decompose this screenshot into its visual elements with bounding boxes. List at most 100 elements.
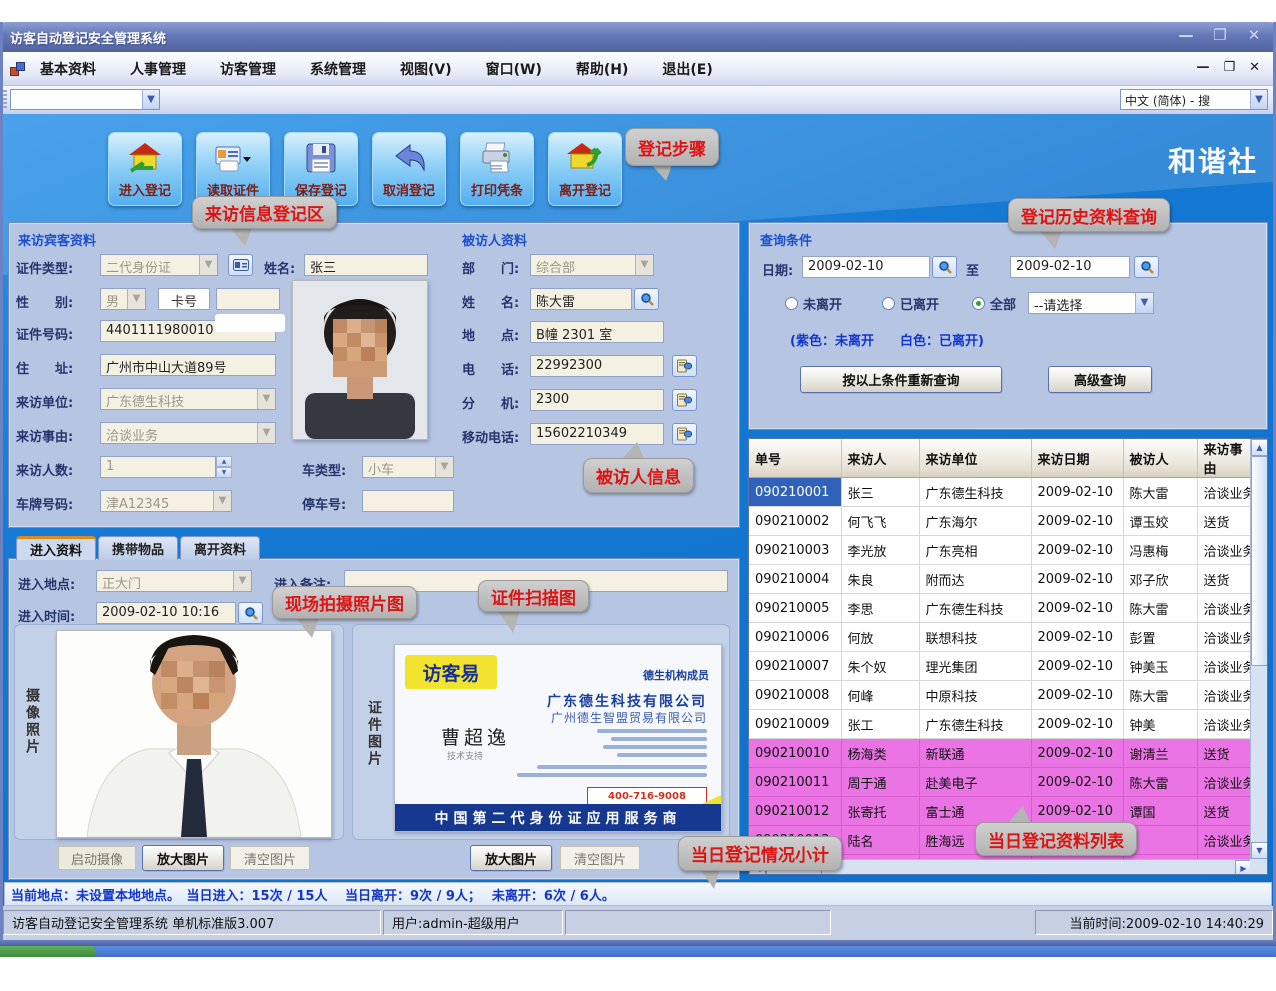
phone-input[interactable]: 22992300: [530, 355, 664, 377]
table-row[interactable]: 090210008何峰中原科技2009-02-10陈大雷洽谈业务: [749, 681, 1250, 710]
mdi-restore-icon[interactable]: ❐: [1223, 60, 1235, 75]
enter-register-button[interactable]: 进入登记: [108, 132, 182, 206]
cancel-register-button[interactable]: 取消登记: [372, 132, 446, 206]
scroll-down-icon[interactable]: ▼: [1251, 842, 1268, 859]
table-cell[interactable]: 陈大雷: [1123, 478, 1197, 507]
table-cell[interactable]: 090210007: [749, 652, 841, 681]
table-row[interactable]: 090210001张三广东德生科技2009-02-10陈大雷洽谈业务: [749, 478, 1250, 507]
table-cell[interactable]: 090210010: [749, 739, 841, 768]
quick-combo[interactable]: ▼: [10, 89, 160, 110]
table-row[interactable]: 090210011周于通赴美电子2009-02-10陈大雷洽谈业务: [749, 768, 1250, 797]
table-cell[interactable]: 2009-02-10: [1031, 652, 1123, 681]
chevron-down-icon[interactable]: ▼: [257, 389, 275, 409]
vertical-scrollbar[interactable]: ▲ ▼: [1250, 439, 1267, 859]
table-row[interactable]: 090210007朱个奴理光集团2009-02-10钟美玉洽谈业务: [749, 652, 1250, 681]
table-cell[interactable]: 洽谈业务: [1197, 710, 1250, 739]
table-cell[interactable]: 洽谈业务: [1197, 826, 1250, 855]
table-cell[interactable]: 朱良: [841, 565, 919, 594]
scroll-thumb[interactable]: [1251, 456, 1268, 666]
chevron-down-icon[interactable]: ▼: [1250, 90, 1267, 109]
table-cell[interactable]: 送货: [1197, 565, 1250, 594]
menu-item[interactable]: 退出(E): [662, 59, 712, 79]
table-cell[interactable]: 谭玉姣: [1123, 507, 1197, 536]
table-cell[interactable]: 090210006: [749, 623, 841, 652]
table-cell[interactable]: 洽谈业务: [1197, 652, 1250, 681]
table-cell[interactable]: 杨海类: [841, 739, 919, 768]
table-cell[interactable]: 谢清兰: [1123, 739, 1197, 768]
table-cell[interactable]: 2009-02-10: [1031, 681, 1123, 710]
table-row[interactable]: 090210005李思广东德生科技2009-02-10陈大雷洽谈业务: [749, 594, 1250, 623]
table-cell[interactable]: 中原科技: [919, 681, 1031, 710]
table-cell[interactable]: 090210011: [749, 768, 841, 797]
table-cell[interactable]: 周于通: [841, 768, 919, 797]
table-cell[interactable]: 090210009: [749, 710, 841, 739]
tab-entry-info[interactable]: 进入资料: [16, 536, 96, 560]
gender-select[interactable]: 男▼: [100, 288, 146, 310]
table-cell[interactable]: 广东德生科技: [919, 594, 1031, 623]
table-cell[interactable]: 2009-02-10: [1031, 507, 1123, 536]
visitor-name-input[interactable]: 张三: [304, 254, 428, 276]
table-row[interactable]: 090210010杨海类新联通2009-02-10谢清兰送货: [749, 739, 1250, 768]
table-cell[interactable]: 陆名: [841, 826, 919, 855]
people-count-input[interactable]: 1: [100, 456, 216, 478]
advanced-query-button[interactable]: 高级查询: [1048, 366, 1152, 393]
menu-item[interactable]: 帮助(H): [576, 59, 629, 79]
zoom-photo-button[interactable]: 放大图片: [142, 845, 224, 871]
menu-item[interactable]: 基本资料: [40, 59, 96, 79]
table-cell[interactable]: 联想科技: [919, 623, 1031, 652]
chevron-down-icon[interactable]: ▼: [127, 289, 145, 309]
table-cell[interactable]: 何放: [841, 623, 919, 652]
table-cell[interactable]: 李光放: [841, 536, 919, 565]
table-cell[interactable]: 洽谈业务: [1197, 594, 1250, 623]
read-card-button[interactable]: 读取证件: [196, 132, 270, 206]
table-cell[interactable]: 陈大雷: [1123, 768, 1197, 797]
entry-place-select[interactable]: 正大门▼: [96, 570, 252, 592]
chevron-down-icon[interactable]: ▼: [213, 491, 231, 511]
table-cell[interactable]: 090210003: [749, 536, 841, 565]
date-from-input[interactable]: 2009-02-10: [802, 256, 930, 278]
zoom-card-button[interactable]: 放大图片: [470, 845, 552, 871]
table-cell[interactable]: 广东德生科技: [919, 710, 1031, 739]
requery-button[interactable]: 按以上条件重新查询: [800, 366, 1002, 393]
plate-select[interactable]: 津A12345▼: [100, 490, 232, 512]
clear-card-button[interactable]: 清空图片: [560, 846, 640, 870]
taskbar-sliver[interactable]: [0, 946, 1276, 957]
save-register-button[interactable]: 保存登记: [284, 132, 358, 206]
table-cell[interactable]: 赴美电子: [919, 768, 1031, 797]
table-cell[interactable]: 何飞飞: [841, 507, 919, 536]
dial-ext-button[interactable]: [672, 389, 697, 411]
column-header[interactable]: 来访事由: [1197, 439, 1250, 478]
table-cell[interactable]: 2009-02-10: [1031, 594, 1123, 623]
dial-mobile-button[interactable]: [672, 423, 697, 445]
table-cell[interactable]: 090210008: [749, 681, 841, 710]
taskbar-start-area[interactable]: [0, 946, 96, 957]
chevron-down-icon[interactable]: ▼: [199, 255, 217, 275]
date-to-picker-button[interactable]: [1134, 256, 1159, 278]
clear-photo-button[interactable]: 清空图片: [230, 846, 310, 870]
table-cell[interactable]: 钟美玉: [1123, 652, 1197, 681]
table-cell[interactable]: 张工: [841, 710, 919, 739]
table-cell[interactable]: 李思: [841, 594, 919, 623]
table-cell[interactable]: 2009-02-10: [1031, 623, 1123, 652]
table-cell[interactable]: 2009-02-10: [1031, 565, 1123, 594]
table-row[interactable]: 090210003李光放广东亮相2009-02-10冯惠梅洽谈业务: [749, 536, 1250, 565]
radio-left[interactable]: 已离开: [882, 294, 939, 313]
close-icon[interactable]: ✕: [1242, 26, 1266, 44]
table-cell[interactable]: 洽谈业务: [1197, 768, 1250, 797]
mdi-close-icon[interactable]: ✕: [1249, 60, 1260, 75]
date-to-input[interactable]: 2009-02-10: [1010, 256, 1130, 278]
table-cell[interactable]: 2009-02-10: [1031, 768, 1123, 797]
entry-time-input[interactable]: 2009-02-10 10:16: [96, 602, 236, 624]
table-cell[interactable]: 张三: [841, 478, 919, 507]
column-header[interactable]: 来访日期: [1031, 439, 1123, 478]
column-header[interactable]: 来访单位: [919, 439, 1031, 478]
scroll-up-icon[interactable]: ▲: [1251, 439, 1268, 456]
table-cell[interactable]: 送货: [1197, 797, 1250, 826]
filter-select[interactable]: --请选择▼: [1028, 292, 1154, 314]
table-cell[interactable]: 送货: [1197, 507, 1250, 536]
table-cell[interactable]: 广东亮相: [919, 536, 1031, 565]
mdi-minimize-icon[interactable]: —: [1196, 60, 1209, 75]
table-cell[interactable]: 洽谈业务: [1197, 478, 1250, 507]
table-row[interactable]: 090210009张工广东德生科技2009-02-10钟美洽谈业务: [749, 710, 1250, 739]
table-cell[interactable]: 洽谈业务: [1197, 536, 1250, 565]
